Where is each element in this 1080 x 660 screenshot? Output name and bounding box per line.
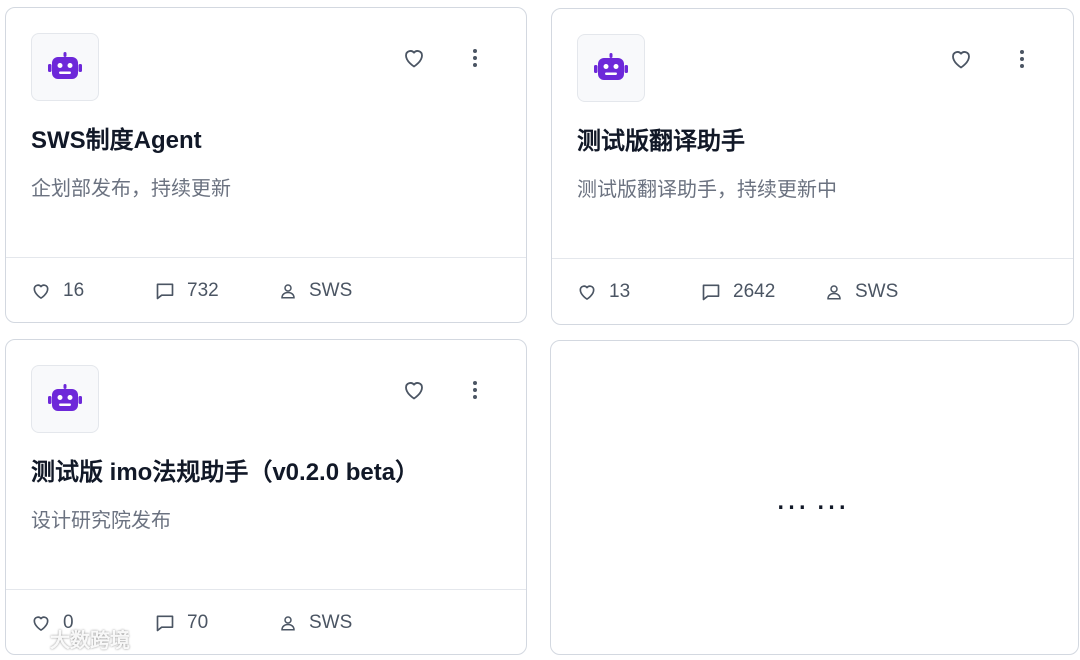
comments-stat: 70 — [155, 608, 208, 638]
agent-avatar — [31, 33, 99, 101]
agent-title[interactable]: 测试版 imo法规助手（v0.2.0 beta） — [31, 452, 419, 487]
card-divider — [6, 589, 526, 590]
author-stat: SWS — [279, 608, 352, 638]
chat-bubble-icon — [156, 615, 174, 632]
author-stat: SWS — [279, 276, 352, 306]
likes-count: 13 — [609, 281, 631, 302]
author-name: SWS — [855, 281, 899, 302]
author-name: SWS — [309, 612, 353, 633]
agent-description: 企划部发布，持续更新 — [31, 178, 231, 200]
placeholder-ellipsis: …… — [774, 479, 855, 517]
agent-card[interactable]: 测试版 imo法规助手（v0.2.0 beta） 设计研究院发布 0 70 SW… — [5, 339, 527, 655]
heart-icon — [405, 382, 423, 400]
card-divider — [552, 258, 1073, 259]
agent-description: 测试版翻译助手，持续更新中 — [577, 179, 837, 201]
user-icon — [281, 284, 295, 299]
vertical-dots-icon — [473, 49, 477, 67]
robot-icon — [594, 53, 628, 80]
more-options-button[interactable] — [470, 46, 480, 70]
likes-stat: 13 — [577, 277, 630, 307]
more-options-button[interactable] — [470, 378, 480, 402]
card-stats: 16 732 SWS — [31, 276, 511, 306]
user-icon — [827, 285, 841, 300]
vertical-dots-icon — [1020, 50, 1024, 68]
robot-icon — [48, 384, 82, 411]
vertical-dots-icon — [473, 381, 477, 399]
agent-title[interactable]: 测试版翻译助手 — [577, 121, 745, 156]
heart-icon — [33, 284, 49, 299]
comments-count: 70 — [187, 612, 209, 633]
author-stat: SWS — [825, 277, 898, 307]
heart-icon — [579, 285, 595, 300]
likes-stat: 16 — [31, 276, 84, 306]
agent-avatar — [577, 34, 645, 102]
more-options-button[interactable] — [1017, 47, 1027, 71]
comments-stat: 2642 — [701, 277, 775, 307]
comments-count: 732 — [187, 280, 219, 301]
chat-bubble-icon — [156, 283, 174, 300]
agent-description: 设计研究院发布 — [31, 510, 171, 532]
agent-avatar — [31, 365, 99, 433]
card-stats: 13 2642 SWS — [577, 277, 1057, 307]
favorite-button[interactable] — [402, 46, 426, 70]
robot-icon — [48, 52, 82, 79]
agent-card[interactable]: 测试版翻译助手 测试版翻译助手，持续更新中 13 2642 SWS — [551, 8, 1074, 325]
agent-title[interactable]: SWS制度Agent — [31, 120, 202, 155]
user-icon — [281, 616, 295, 631]
likes-count: 16 — [63, 280, 85, 301]
watermark-logo-icon — [10, 626, 43, 648]
watermark-text: 大数跨境 — [50, 629, 130, 652]
comments-stat: 732 — [155, 276, 219, 306]
author-name: SWS — [309, 280, 353, 301]
more-agents-placeholder-card: …… — [550, 340, 1079, 655]
comments-count: 2642 — [733, 281, 776, 302]
card-divider — [6, 257, 526, 258]
chat-bubble-icon — [702, 284, 720, 301]
favorite-button[interactable] — [402, 378, 426, 402]
agent-card[interactable]: SWS制度Agent 企划部发布，持续更新 16 732 SWS — [5, 7, 527, 323]
heart-icon — [405, 50, 423, 68]
watermark: 大数跨境 — [8, 620, 130, 656]
heart-icon — [952, 51, 970, 69]
favorite-button[interactable] — [949, 47, 973, 71]
